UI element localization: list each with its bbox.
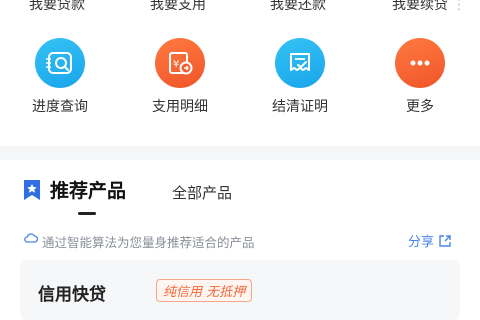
settlement-certificate-icon (275, 38, 325, 88)
tab-recommended-label: 推荐产品 (50, 180, 127, 202)
active-tab-indicator (78, 212, 96, 215)
recommendation-bar: 通过智能算法为您量身推荐适合的产品 分享 (0, 230, 480, 252)
repay-label[interactable]: 我要还款 (270, 0, 326, 14)
draw-detail-item[interactable]: ¥ 支用明细 (120, 38, 240, 116)
product-card[interactable]: 信用快贷 纯信用 无抵押 (20, 260, 460, 320)
settlement-cert-label: 结清证明 (272, 99, 328, 115)
cloud-icon (24, 233, 38, 243)
bookmark-star-icon (24, 179, 40, 200)
svg-text:¥: ¥ (173, 59, 179, 70)
draw-funds-label[interactable]: 我要支用 (150, 0, 206, 14)
share-label: 分享 (408, 235, 435, 250)
product-badge: 纯信用 无抵押 (156, 279, 253, 302)
more-label: 更多 (406, 99, 434, 115)
progress-search-icon (35, 38, 85, 88)
top-shortcut-row: 我要贷款 我要支用 我要还款 我要续贷 (0, 0, 480, 18)
tab-all-products[interactable]: 全部产品 (172, 182, 232, 203)
more-item[interactable]: 更多 (360, 38, 480, 116)
apply-loan-label[interactable]: 我要贷款 (29, 0, 85, 14)
draw-detail-label: 支用明细 (152, 99, 208, 115)
product-name: 信用快贷 (38, 285, 106, 305)
bill-detail-icon: ¥ (155, 38, 205, 88)
recommendation-text: 通过智能算法为您量身推荐适合的产品 (42, 235, 255, 250)
settlement-cert-item[interactable]: 结清证明 (240, 38, 360, 116)
service-grid: 进度查询 ¥ 支用明细 结清证明 更多 (0, 38, 480, 128)
share-icon (439, 234, 451, 247)
renew-loan-label[interactable]: 我要续贷 (392, 0, 466, 14)
progress-query-label: 进度查询 (32, 99, 88, 115)
tab-recommended[interactable]: 推荐产品 (22, 176, 126, 203)
section-divider (0, 146, 480, 160)
product-tabs: 推荐产品 全部产品 (0, 176, 480, 216)
progress-query-item[interactable]: 进度查询 (0, 38, 120, 116)
more-icon (395, 38, 445, 88)
share-button[interactable]: 分享 (408, 231, 452, 250)
